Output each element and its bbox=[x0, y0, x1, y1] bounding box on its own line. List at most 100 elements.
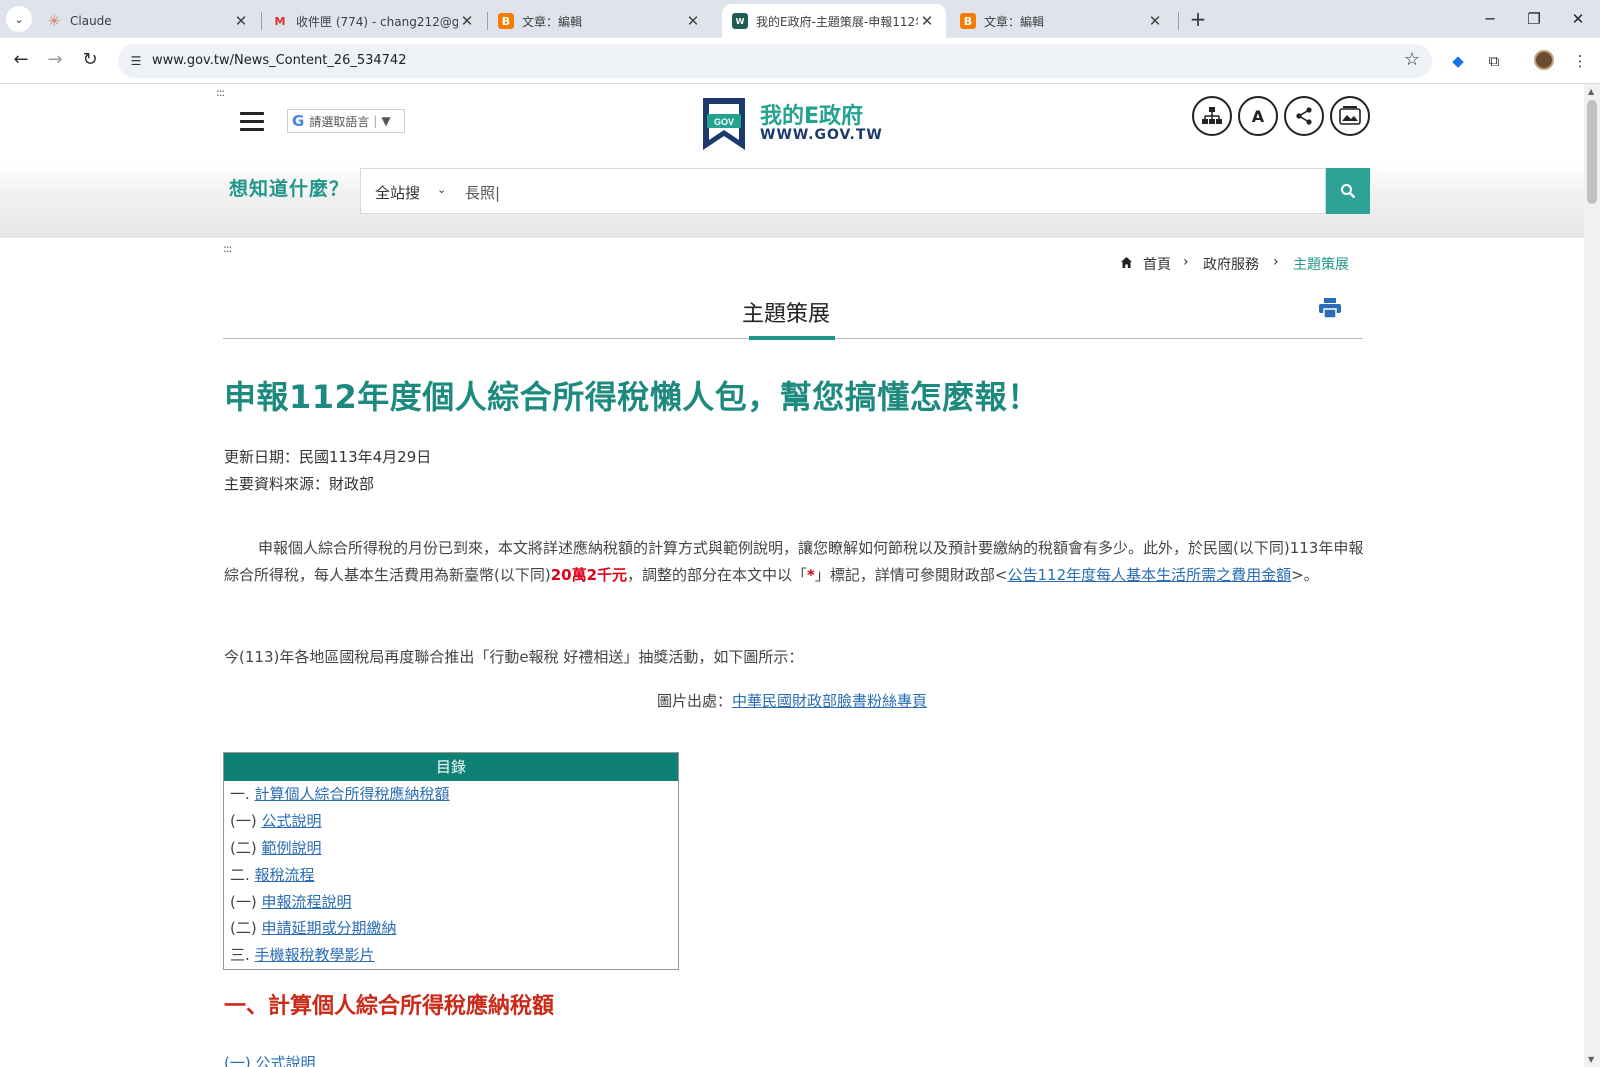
search-bar: 全站搜 ⌄ 長照| bbox=[360, 168, 1326, 214]
gov-logo-icon[interactable]: GOV bbox=[699, 96, 749, 154]
toc-item: (二) 範例說明 bbox=[230, 838, 322, 857]
gmail-icon: M bbox=[274, 14, 286, 28]
toc-item: (一) 申報流程說明 bbox=[230, 892, 352, 911]
accesskey-marker[interactable]: ::: bbox=[216, 86, 225, 99]
search-input[interactable]: 長照| bbox=[465, 182, 500, 203]
search-scope-select[interactable]: 全站搜 bbox=[375, 182, 420, 203]
profile-avatar[interactable] bbox=[1534, 50, 1554, 70]
toc-item: 三. 手機報稅教學影片 bbox=[230, 946, 375, 965]
adjust-marker: * bbox=[807, 566, 815, 584]
extensions-puzzle-icon[interactable]: ⧉ bbox=[1482, 49, 1506, 73]
toc-link[interactable]: 範例說明 bbox=[261, 839, 321, 857]
scroll-up-icon[interactable]: ▲ bbox=[1588, 87, 1594, 96]
new-tab-button[interactable]: + bbox=[1186, 8, 1210, 32]
tab-blogger-2[interactable]: B 文章：編輯 ✕ bbox=[950, 4, 1174, 38]
breadcrumb-home[interactable]: 首頁 bbox=[1143, 254, 1171, 274]
tab-blogger-1[interactable]: B 文章：編輯 ✕ bbox=[488, 4, 712, 38]
site-info-icon[interactable]: ☰ bbox=[126, 51, 146, 71]
toc-link[interactable]: 手機報稅教學影片 bbox=[255, 946, 375, 964]
tab-divider bbox=[1178, 12, 1179, 30]
language-selector-label: 請選取語言 bbox=[309, 114, 370, 129]
sitemap-button[interactable] bbox=[1192, 96, 1232, 136]
close-icon[interactable]: ✕ bbox=[458, 12, 476, 30]
print-icon[interactable] bbox=[1319, 298, 1341, 318]
lottery-paragraph: 今(113)年各地區國稅局再度聯合推出「行動e報稅 好禮相送」抽獎活動，如下圖所… bbox=[224, 648, 804, 666]
claude-icon: ✳ bbox=[47, 12, 61, 30]
announcement-link[interactable]: 公告112年度每人基本生活所需之費用金額 bbox=[1007, 566, 1291, 584]
gallery-button[interactable] bbox=[1330, 96, 1370, 136]
tab-title: 文章：編輯 bbox=[984, 14, 1045, 29]
bookmark-star-icon[interactable]: ☆ bbox=[1404, 49, 1420, 70]
close-icon[interactable]: ✕ bbox=[1146, 12, 1164, 30]
section-heading: 一、計算個人綜合所得稅應納稅額 bbox=[224, 994, 555, 1019]
tab-title: Claude bbox=[70, 14, 112, 28]
toc-item: (一) 公式說明 bbox=[230, 811, 322, 830]
toc-link[interactable]: 計算個人綜合所得稅應納稅額 bbox=[255, 785, 450, 803]
web-page: ::: G 請選取語言 | ▼ GOV 我的E政府 WWW.GOV.TW A 想… bbox=[0, 84, 1584, 1067]
toc-link[interactable]: 報稅流程 bbox=[255, 866, 315, 884]
url-text[interactable]: www.gov.tw/News_Content_26_534742 bbox=[152, 53, 406, 68]
close-icon[interactable]: ✕ bbox=[918, 12, 936, 30]
living-cost-amount: 20萬2千元 bbox=[550, 566, 628, 584]
chevron-down-icon: ⌄ bbox=[14, 12, 24, 26]
search-button[interactable] bbox=[1326, 168, 1370, 214]
toc-link[interactable]: 申報流程說明 bbox=[261, 893, 351, 911]
toc-link[interactable]: 申請延期或分期繳納 bbox=[261, 919, 396, 937]
logo-chinese-text[interactable]: 我的E政府 bbox=[760, 98, 863, 130]
restore-button[interactable]: ❐ bbox=[1512, 6, 1556, 32]
browser-toolbar: ← → ↻ ☰ www.gov.tw/News_Content_26_53474… bbox=[0, 38, 1600, 84]
chevron-right-icon: › bbox=[1273, 254, 1279, 270]
minimize-button[interactable]: ─ bbox=[1468, 6, 1512, 32]
close-icon[interactable]: ✕ bbox=[684, 12, 702, 30]
tab-gmail[interactable]: M 收件匣 (774) - chang212@gm ✕ bbox=[262, 4, 486, 38]
subsection-heading[interactable]: (一) 公式說明 bbox=[224, 1052, 315, 1067]
scroll-down-icon[interactable]: ▼ bbox=[1588, 1055, 1594, 1064]
page-scrollbar[interactable]: ▲ ▼ bbox=[1584, 84, 1600, 1067]
logo-english-text[interactable]: WWW.GOV.TW bbox=[760, 127, 883, 143]
breadcrumb-current[interactable]: 主題策展 bbox=[1293, 254, 1349, 274]
share-button[interactable] bbox=[1284, 96, 1324, 136]
back-button[interactable]: ← bbox=[8, 47, 34, 73]
search-icon bbox=[1341, 184, 1356, 199]
dropdown-arrow-icon: ▼ bbox=[381, 114, 391, 128]
toc-heading: 目錄 bbox=[224, 753, 678, 781]
blogger-icon: B bbox=[498, 13, 514, 29]
menu-kebab-icon[interactable]: ⋮ bbox=[1568, 49, 1592, 73]
close-icon[interactable]: ✕ bbox=[232, 12, 250, 30]
image-source-link[interactable]: 中華民國財政部臉書粉絲專頁 bbox=[732, 692, 927, 710]
table-of-contents: 目錄 一. 計算個人綜合所得稅應納稅額 (一) 公式說明 (二) 範例說明 二.… bbox=[223, 752, 679, 970]
tab-gov-active[interactable]: W 我的E政府-主題策展-申報112年 ✕ bbox=[722, 4, 946, 38]
menu-icon[interactable] bbox=[240, 112, 266, 132]
tab-title: 我的E政府-主題策展-申報112年 bbox=[756, 14, 918, 29]
tab-strip: ⌄ ✳ Claude ✕ M 收件匣 (774) - chang212@gm ✕… bbox=[0, 0, 1600, 38]
tab-claude[interactable]: ✳ Claude ✕ bbox=[36, 4, 260, 38]
close-window-button[interactable]: ✕ bbox=[1556, 6, 1600, 32]
chevron-down-icon[interactable]: ⌄ bbox=[437, 183, 446, 196]
logo-badge-text: GOV bbox=[714, 117, 734, 127]
address-bar[interactable]: ☰ www.gov.tw/News_Content_26_534742 ☆ bbox=[118, 44, 1432, 78]
breadcrumb-gov-services[interactable]: 政府服務 bbox=[1203, 254, 1259, 274]
title-accent-bar bbox=[749, 336, 835, 340]
accesskey-marker[interactable]: ::: bbox=[223, 242, 232, 255]
toc-item: (二) 申請延期或分期繳納 bbox=[230, 919, 397, 938]
article-title: 申報112年度個人綜合所得稅懶人包，幫您搞懂怎麼報！ bbox=[224, 378, 1040, 416]
toc-item: 一. 計算個人綜合所得稅應納稅額 bbox=[230, 785, 450, 803]
site-header: ::: G 請選取語言 | ▼ GOV 我的E政府 WWW.GOV.TW A 想… bbox=[0, 84, 1584, 238]
forward-button[interactable]: → bbox=[42, 47, 68, 73]
page-title: 主題策展 bbox=[742, 302, 831, 327]
toc-link[interactable]: 公式說明 bbox=[261, 812, 321, 830]
intro-paragraph: 申報個人綜合所得稅的月份已到來，本文將詳述應納稅額的計算方式與範例說明，讓您瞭解… bbox=[224, 539, 1364, 584]
google-icon: G bbox=[292, 112, 305, 130]
home-icon[interactable] bbox=[1120, 256, 1133, 269]
gov-icon: W bbox=[732, 13, 748, 29]
font-size-button[interactable]: A bbox=[1238, 96, 1278, 136]
blogger-icon: B bbox=[960, 13, 976, 29]
data-source: 主要資料來源：財政部 bbox=[224, 475, 375, 493]
scrollbar-thumb[interactable] bbox=[1587, 100, 1597, 204]
toc-item: 二. 報稅流程 bbox=[230, 865, 315, 884]
reload-button[interactable]: ↻ bbox=[77, 47, 103, 73]
language-selector[interactable]: G 請選取語言 | ▼ bbox=[287, 109, 405, 133]
gallery-icon bbox=[1339, 106, 1361, 125]
tab-search-button[interactable]: ⌄ bbox=[6, 6, 32, 32]
extension-icon[interactable]: ◆ bbox=[1446, 49, 1470, 73]
